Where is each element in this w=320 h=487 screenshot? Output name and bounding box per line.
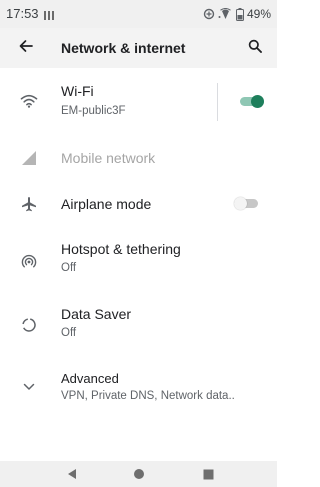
data-saver-status: Off (61, 327, 77, 339)
search-button[interactable] (243, 36, 267, 60)
data-saver-icon (203, 8, 215, 20)
wifi-toggle[interactable] (240, 95, 264, 108)
airplane-mode-title: Airplane mode (61, 196, 152, 212)
wifi-title: Wi-Fi (61, 83, 94, 99)
hotspot-status: Off (61, 262, 77, 274)
page-title: Network & internet (61, 40, 186, 56)
status-time: 17:53 (6, 6, 39, 21)
hotspot-title: Hotspot & tethering (61, 241, 181, 257)
data-saver-icon (18, 314, 40, 336)
back-triangle-icon[interactable] (65, 467, 79, 481)
recents-square-icon[interactable] (201, 467, 215, 481)
search-icon (248, 39, 262, 58)
battery-percent: 49% (246, 7, 271, 21)
list-item-hotspot-tethering[interactable]: Hotspot & tethering Off (0, 228, 277, 292)
wifi-icon (18, 90, 40, 112)
data-saver-title: Data Saver (61, 306, 132, 322)
back-arrow-icon (18, 38, 34, 59)
home-circle-icon[interactable] (132, 467, 146, 481)
airplane-icon (18, 193, 40, 215)
wifi-network-name: EM-public3F (61, 105, 126, 117)
app-bar: Network & internet (0, 28, 277, 68)
system-nav-bar (0, 461, 277, 487)
list-item-wifi[interactable]: Wi-Fi EM-public3F (0, 68, 277, 135)
list-item-data-saver[interactable]: Data Saver Off (0, 294, 277, 358)
advanced-summary: VPN, Private DNS, Network data.. (61, 390, 235, 402)
list-item-mobile-network[interactable]: Mobile network (0, 136, 277, 180)
status-icons: 49% (203, 5, 271, 23)
notification-icon (43, 8, 55, 20)
status-bar: 17:53 49% (0, 0, 277, 28)
list-item-advanced[interactable]: Advanced VPN, Private DNS, Network data.… (0, 362, 277, 424)
hotspot-icon (18, 250, 40, 272)
cellular-signal-icon (18, 147, 40, 169)
wifi-signal-icon (218, 8, 233, 20)
mobile-network-title: Mobile network (61, 150, 156, 166)
chevron-down-icon (18, 376, 40, 398)
advanced-title: Advanced (61, 371, 119, 386)
airplane-mode-toggle[interactable] (234, 197, 258, 210)
divider (217, 83, 218, 121)
battery-icon (235, 7, 244, 21)
back-button[interactable] (14, 36, 38, 60)
